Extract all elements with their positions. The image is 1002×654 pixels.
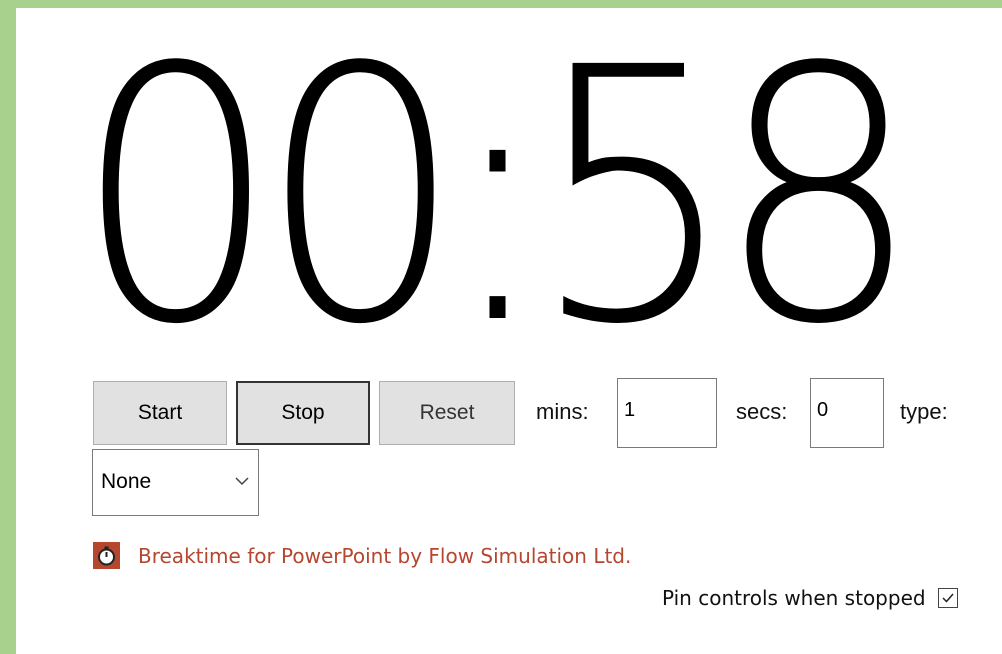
mins-input[interactable]: 1 [617, 378, 717, 448]
pin-controls-checkbox[interactable] [937, 588, 958, 608]
checkmark-icon [942, 593, 954, 603]
reset-button[interactable]: Reset [379, 381, 515, 445]
secs-input[interactable]: 0 [810, 378, 884, 448]
credit-link[interactable]: Breaktime for PowerPoint by Flow Simulat… [138, 544, 631, 568]
mins-label: mins: [536, 399, 589, 424]
stopwatch-icon [93, 542, 120, 569]
secs-label: secs: [736, 399, 788, 424]
stop-button[interactable]: Stop [236, 381, 370, 445]
app-window: 00:58 Start Stop Reset mins: 1 secs: 0 t… [0, 0, 1002, 654]
chevron-down-icon [235, 477, 249, 486]
type-select[interactable]: None [92, 449, 259, 516]
credit-line[interactable]: Breaktime for PowerPoint by Flow Simulat… [93, 542, 631, 569]
type-label: type: [900, 399, 948, 424]
pin-controls-label: Pin controls when stopped [662, 586, 926, 610]
pin-controls[interactable]: Pin controls when stopped [662, 586, 958, 610]
countdown-display: 00:58 [74, 8, 921, 401]
start-button[interactable]: Start [93, 381, 227, 445]
timer-panel: 00:58 Start Stop Reset mins: 1 secs: 0 t… [16, 8, 1002, 654]
type-select-value: None [101, 470, 152, 493]
